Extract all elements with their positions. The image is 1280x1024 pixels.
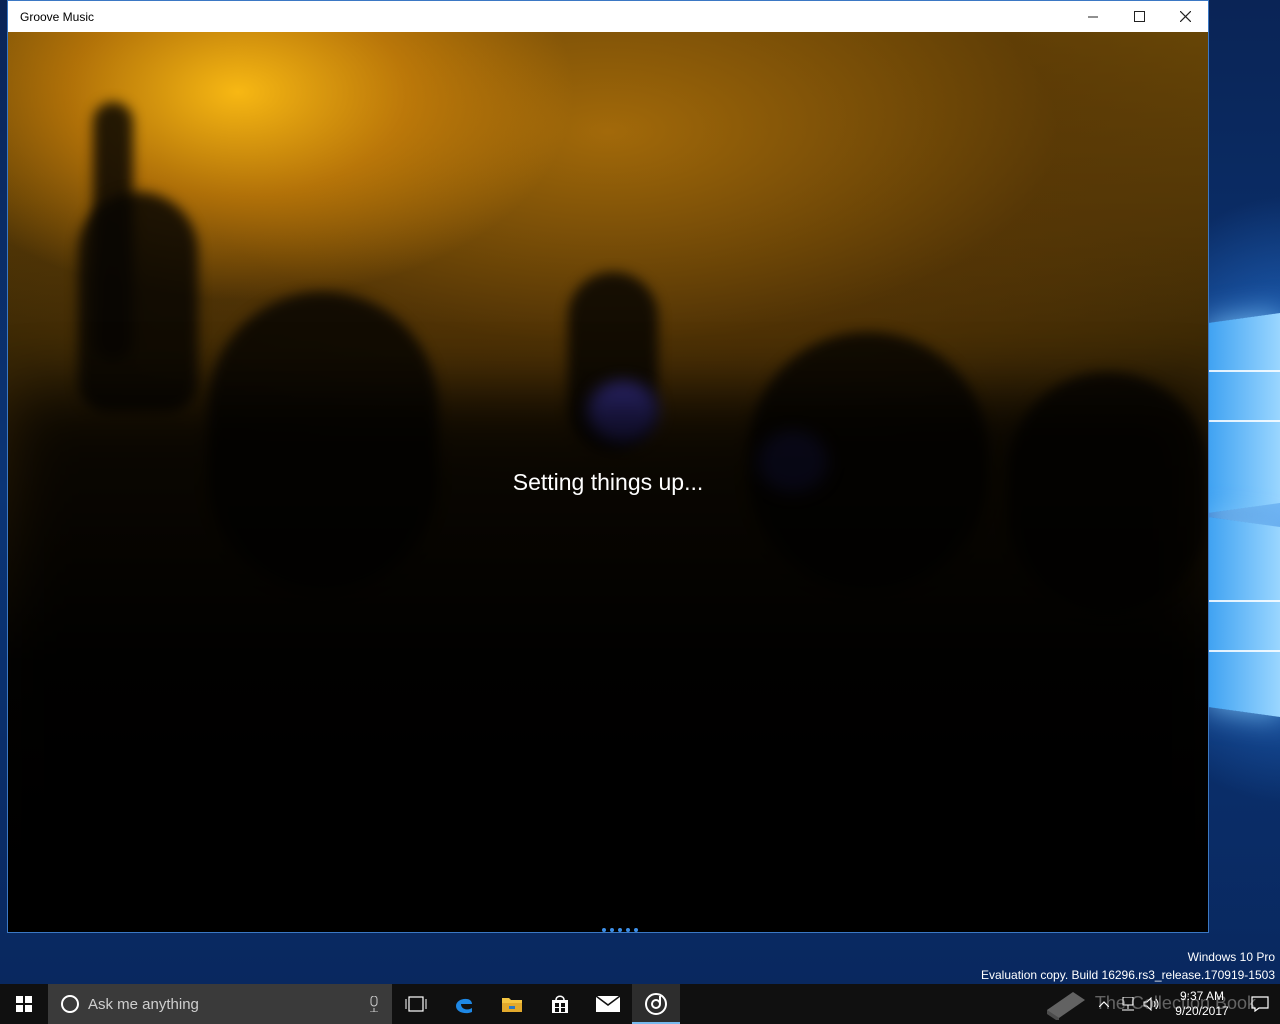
windows-start-icon — [16, 996, 32, 1012]
cortana-search-box[interactable] — [48, 984, 392, 1024]
maximize-icon — [1133, 11, 1145, 22]
cortana-icon — [61, 995, 79, 1013]
title-bar[interactable]: Groove Music — [8, 1, 1208, 32]
groove-icon — [645, 993, 667, 1015]
loading-progress-dots — [602, 928, 638, 932]
clock-date: 9/20/2017 — [1175, 1004, 1229, 1018]
splash-background: Setting things up... — [8, 32, 1208, 932]
microphone-icon[interactable] — [368, 996, 380, 1012]
taskbar: 9:37 AM 9/20/2017 The Collection Book — [0, 984, 1280, 1024]
store-icon — [552, 995, 568, 1013]
notification-icon — [1251, 996, 1269, 1012]
network-icon — [1122, 997, 1134, 1011]
window-title: Groove Music — [20, 9, 95, 24]
task-view-icon — [405, 996, 427, 1012]
close-icon — [1179, 11, 1191, 22]
groove-music-taskbar-button[interactable] — [632, 984, 680, 1024]
close-button[interactable] — [1162, 1, 1208, 32]
windows-logo-wallpaper — [1208, 300, 1280, 720]
folder-icon — [502, 998, 522, 1012]
store-button[interactable] — [536, 984, 584, 1024]
clock-time: 9:37 AM — [1179, 989, 1225, 1003]
groove-music-window: Groove Music Setting things up... — [7, 0, 1209, 933]
network-button[interactable] — [1116, 984, 1140, 1024]
edge-button[interactable] — [440, 984, 488, 1024]
system-tray: 9:37 AM 9/20/2017 — [1092, 984, 1280, 1024]
edition-watermark: Windows 10 Pro — [1187, 950, 1275, 964]
show-hidden-icons-button[interactable] — [1092, 984, 1116, 1024]
minimize-icon — [1088, 16, 1098, 17]
task-view-button[interactable] — [392, 984, 440, 1024]
minimize-button[interactable] — [1070, 1, 1116, 32]
action-center-button[interactable] — [1240, 984, 1280, 1024]
file-explorer-button[interactable] — [488, 984, 536, 1024]
mail-icon — [596, 996, 620, 1012]
maximize-button[interactable] — [1116, 1, 1162, 32]
book-logo-icon — [1046, 992, 1085, 1020]
setup-status-text: Setting things up... — [512, 469, 704, 495]
search-input[interactable] — [88, 995, 368, 1013]
mail-button[interactable] — [584, 984, 632, 1024]
build-watermark: Evaluation copy. Build 16296.rs3_release… — [981, 968, 1275, 982]
clock[interactable]: 9:37 AM 9/20/2017 — [1164, 989, 1240, 1019]
chevron-up-icon — [1099, 1001, 1109, 1007]
volume-button[interactable] — [1140, 984, 1164, 1024]
volume-icon — [1143, 997, 1159, 1011]
edge-icon — [456, 998, 472, 1014]
start-button[interactable] — [0, 984, 48, 1024]
